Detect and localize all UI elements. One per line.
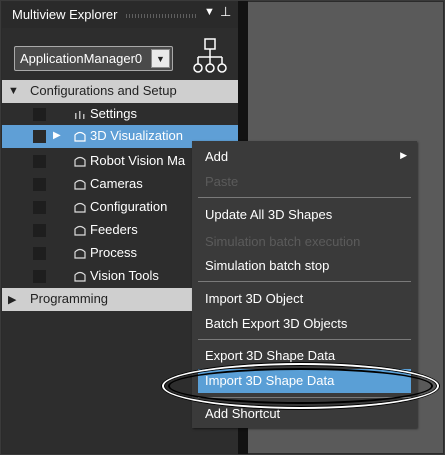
tree-item-checkbox xyxy=(33,108,46,121)
tree-item-label: Robot Vision Ma xyxy=(90,153,186,168)
pin-icon[interactable]: ⊥ xyxy=(220,4,231,20)
panel-title: Multiview Explorer xyxy=(12,7,118,22)
tree-item-settings[interactable]: Settings xyxy=(2,103,238,126)
folder-icon xyxy=(74,179,86,190)
device-dropdown[interactable]: ApplicationManager0 ▼ xyxy=(14,46,173,71)
tree-item-label: 3D Visualization xyxy=(90,128,183,143)
tree-item-label: Configuration xyxy=(90,199,168,214)
menu-item-paste: Paste xyxy=(192,170,417,194)
panel-toolbar: ApplicationManager0 ▼ xyxy=(2,29,238,81)
tree-item-label: Cameras xyxy=(90,176,143,191)
menu-item-update-all-3d-shapes[interactable]: Update All 3D Shapes xyxy=(192,203,417,227)
folder-icon xyxy=(74,225,86,236)
folder-icon xyxy=(74,202,86,213)
folder-icon xyxy=(74,131,86,142)
tree-header-label: Configurations and Setup xyxy=(30,83,177,98)
menu-item-label: Simulation batch stop xyxy=(205,258,330,273)
expand-arrow-icon[interactable]: ▶ xyxy=(53,130,61,141)
menu-item-simulation-batch-stop[interactable]: Simulation batch stop xyxy=(192,254,417,278)
expand-arrow-icon[interactable]: ▶ xyxy=(8,293,16,306)
highlight-callout-inner xyxy=(168,368,433,404)
panel-titlebar: Multiview Explorer ▼ ⊥ xyxy=(2,2,238,28)
menu-separator xyxy=(198,339,411,340)
tree-item-checkbox xyxy=(33,178,46,191)
menu-separator xyxy=(198,197,411,198)
tree-item-checkbox xyxy=(33,270,46,283)
hierarchy-icon[interactable] xyxy=(192,37,228,75)
tree-item-label: Vision Tools xyxy=(90,268,159,283)
menu-item-label: Batch Export 3D Objects xyxy=(205,316,348,331)
collapse-arrow-icon[interactable]: ▼ xyxy=(8,85,19,97)
tree-item-checkbox xyxy=(33,201,46,214)
dropdown-arrow-icon[interactable]: ▼ xyxy=(151,49,170,68)
submenu-arrow-icon: ▶ xyxy=(400,150,407,160)
menu-item-label: Add xyxy=(205,149,229,164)
tree-header-configurations[interactable]: ▼ Configurations and Setup xyxy=(2,80,238,103)
menu-item-add[interactable]: Add ▶ xyxy=(192,145,417,169)
menu-item-label: Export 3D Shape Data xyxy=(205,348,336,363)
screenshot-frame: Multiview Explorer ▼ ⊥ ApplicationManage… xyxy=(0,0,445,455)
menu-separator xyxy=(198,281,411,282)
tree-item-checkbox xyxy=(33,224,46,237)
folder-icon xyxy=(74,156,86,167)
menu-item-label: Simulation batch execution xyxy=(205,234,361,249)
device-dropdown-value: ApplicationManager0 xyxy=(20,51,143,66)
titlebar-grip[interactable] xyxy=(126,14,196,18)
folder-icon xyxy=(74,271,86,282)
menu-item-label: Paste xyxy=(205,174,239,189)
menu-item-simulation-batch-execution: Simulation batch execution xyxy=(192,230,417,254)
menu-item-label: Update All 3D Shapes xyxy=(205,207,333,222)
panel-dropdown-icon[interactable]: ▼ xyxy=(204,6,215,18)
tree-item-label: Settings xyxy=(90,106,137,121)
settings-icon xyxy=(75,111,85,119)
tree-item-label: Feeders xyxy=(90,222,138,237)
tree-header-label: Programming xyxy=(30,291,109,306)
menu-item-import-3d-object[interactable]: Import 3D Object xyxy=(192,287,417,311)
menu-item-batch-export-3d-objects[interactable]: Batch Export 3D Objects xyxy=(192,312,417,336)
tree-item-checkbox xyxy=(33,247,46,260)
tree-item-checkbox xyxy=(33,130,46,143)
menu-item-label: Import 3D Object xyxy=(205,291,304,306)
tree-item-checkbox xyxy=(33,155,46,168)
folder-icon xyxy=(74,248,86,259)
tree-item-label: Process xyxy=(90,245,137,260)
